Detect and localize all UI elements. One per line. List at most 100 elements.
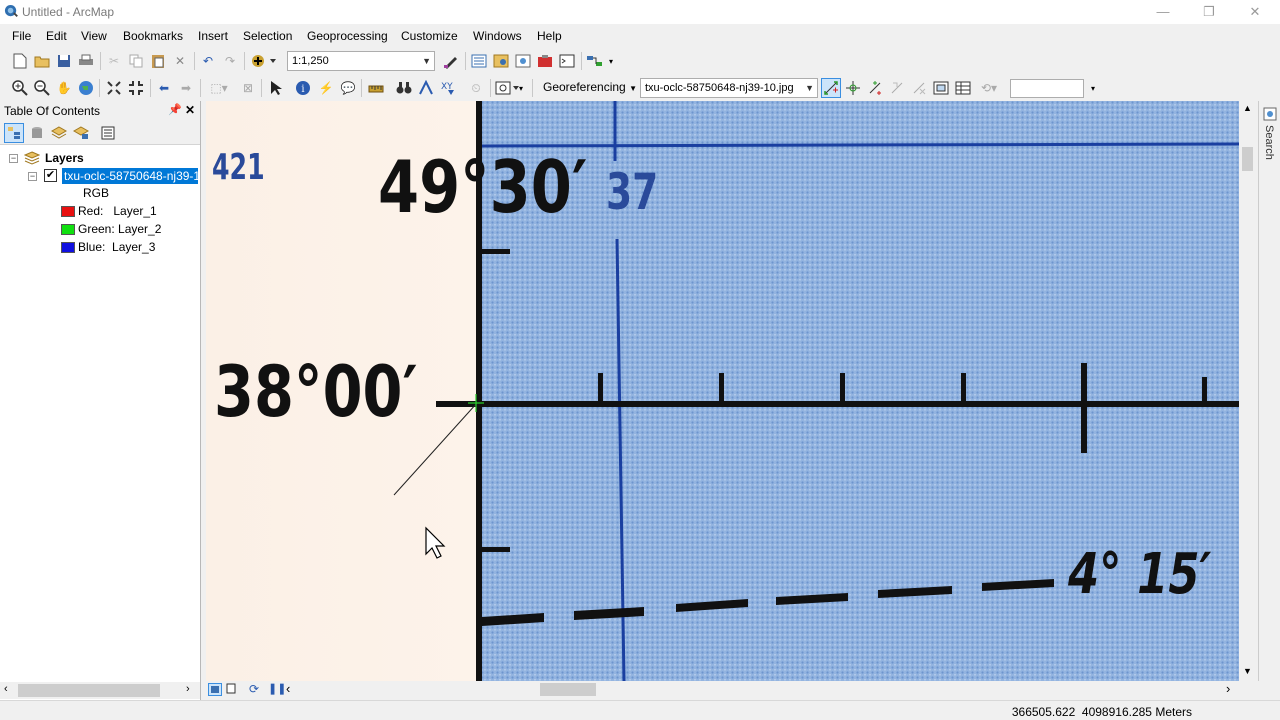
go-to-xy-icon[interactable]: XY	[438, 78, 458, 98]
go-forward-arrow-icon[interactable]: ➡	[176, 78, 196, 98]
fixed-zoom-out-icon[interactable]	[126, 78, 146, 98]
toolbar-options-icon[interactable]: ▾	[1088, 78, 1098, 98]
close-button[interactable]: ✕	[1232, 0, 1278, 24]
auto-adjust-points-icon[interactable]	[843, 78, 863, 98]
menu-file[interactable]: File	[12, 29, 31, 43]
list-by-source-icon[interactable]	[27, 123, 47, 143]
add-control-points-icon[interactable]	[821, 78, 841, 98]
georeferencing-menu[interactable]: Georeferencing ▼	[543, 80, 637, 94]
rotate-icon[interactable]: ⟲▾	[975, 78, 1003, 98]
full-extent-globe-icon[interactable]	[76, 78, 96, 98]
layout-view-icon[interactable]	[225, 683, 239, 696]
html-popup-icon[interactable]: 💬	[338, 78, 358, 98]
menu-selection[interactable]: Selection	[243, 29, 292, 43]
menu-edit[interactable]: Edit	[46, 29, 67, 43]
collapse-layers-icon[interactable]: −	[9, 154, 18, 163]
copy-icon[interactable]	[126, 51, 146, 71]
viewer-icon[interactable]	[931, 78, 951, 98]
options-icon[interactable]	[98, 123, 118, 143]
menu-customize[interactable]: Customize	[401, 29, 458, 43]
list-by-selection-icon[interactable]	[71, 123, 91, 143]
georeference-layer-combo[interactable]: txu-oclc-58750648-nj39-10.jpg ▼	[640, 78, 818, 98]
layer-name-selected[interactable]: txu-oclc-58750648-nj39-10.jpg	[62, 168, 198, 184]
rotate-angle-input[interactable]	[1010, 79, 1084, 98]
list-by-visibility-icon[interactable]	[49, 123, 69, 143]
delete-link-icon[interactable]	[909, 78, 929, 98]
model-builder-icon[interactable]	[585, 51, 605, 71]
list-by-drawing-order-icon[interactable]	[4, 123, 24, 143]
scroll-left-icon[interactable]: ‹	[286, 681, 290, 696]
clear-selection-icon[interactable]: ⊠	[238, 78, 258, 98]
undo-icon[interactable]: ↶	[198, 51, 218, 71]
cut-icon[interactable]: ✂	[104, 51, 124, 71]
tools-toolbar: ✋ ⬅ ➡ ⬚▾ ⊠ i ⚡ 💬 XY ⏲ ▾ Georeferencing ▼	[0, 75, 1280, 101]
search-window-icon[interactable]	[513, 51, 533, 71]
select-link-icon[interactable]	[865, 78, 885, 98]
pin-icon[interactable]: 📌	[168, 103, 182, 116]
map-display[interactable]: 421 37 49°30′ 38°00′ 4° 15′	[206, 101, 1239, 681]
close-panel-icon[interactable]: ✕	[185, 103, 195, 117]
layers-root-label[interactable]: Layers	[45, 151, 84, 165]
scroll-thumb[interactable]	[1242, 147, 1253, 171]
print-icon[interactable]	[76, 51, 96, 71]
redo-icon[interactable]: ↷	[220, 51, 240, 71]
measure-icon[interactable]	[366, 78, 386, 98]
zoom-to-selected-link-icon[interactable]	[887, 78, 907, 98]
minimize-button[interactable]: —	[1140, 0, 1186, 24]
catalog-window-icon[interactable]	[491, 51, 511, 71]
maximize-button[interactable]: ❐	[1186, 0, 1232, 24]
python-window-icon[interactable]	[557, 51, 577, 71]
red-band-swatch	[61, 206, 75, 217]
toc-horizontal-scrollbar[interactable]: ‹ ›	[0, 682, 200, 699]
scroll-right-icon[interactable]: ›	[186, 683, 190, 695]
delete-icon[interactable]: ✕	[170, 51, 190, 71]
scroll-down-icon[interactable]: ▼	[1243, 666, 1252, 676]
search-side-tab[interactable]: Search	[1258, 101, 1280, 681]
zoom-in-icon[interactable]	[10, 78, 30, 98]
pause-drawing-icon[interactable]: ❚❚	[268, 682, 286, 695]
menu-insert[interactable]: Insert	[198, 29, 228, 43]
scroll-left-icon[interactable]: ‹	[4, 683, 8, 695]
menu-help[interactable]: Help	[537, 29, 562, 43]
select-elements-arrow-icon[interactable]	[266, 78, 286, 98]
menu-windows[interactable]: Windows	[473, 29, 522, 43]
open-folder-icon[interactable]	[32, 51, 52, 71]
toolbar-options-icon[interactable]: ▾	[516, 78, 526, 98]
fixed-zoom-in-icon[interactable]	[104, 78, 124, 98]
identify-icon[interactable]: i	[293, 78, 313, 98]
map-scale-combo[interactable]: 1:1,250 ▼	[287, 51, 435, 71]
data-view-icon[interactable]	[208, 683, 222, 696]
find-route-icon[interactable]	[416, 78, 436, 98]
select-features-icon[interactable]: ⬚▾	[204, 78, 234, 98]
map-latitude-label: 49°30′	[378, 145, 588, 229]
editor-toolbar-icon[interactable]	[441, 51, 461, 71]
collapse-layer-icon[interactable]: −	[28, 172, 37, 181]
pan-hand-icon[interactable]: ✋	[54, 78, 74, 98]
time-slider-icon[interactable]: ⏲	[466, 78, 486, 98]
view-link-table-icon[interactable]	[953, 78, 973, 98]
new-document-icon[interactable]	[10, 51, 30, 71]
go-back-arrow-icon[interactable]: ⬅	[154, 78, 174, 98]
map-vertical-scrollbar[interactable]: ▲ ▼	[1239, 101, 1256, 681]
find-binoculars-icon[interactable]	[394, 78, 414, 98]
paste-icon[interactable]	[148, 51, 168, 71]
toolbar-options-icon[interactable]: ▾	[606, 51, 616, 71]
georeferencing-label: Georeferencing	[543, 80, 626, 94]
refresh-view-icon[interactable]: ⟳	[249, 682, 259, 696]
add-data-icon[interactable]	[248, 51, 278, 71]
menu-view[interactable]: View	[81, 29, 107, 43]
menu-geoprocessing[interactable]: Geoprocessing	[307, 29, 388, 43]
hyperlink-icon[interactable]: ⚡	[316, 78, 336, 98]
layer-tree: − Layers − ✔ txu-oclc-58750648-nj39-10.j…	[0, 147, 200, 677]
zoom-out-icon[interactable]	[32, 78, 52, 98]
scroll-thumb[interactable]	[18, 684, 160, 697]
toc-title: Table Of Contents	[4, 104, 101, 118]
scroll-thumb[interactable]	[540, 683, 596, 696]
menu-bookmarks[interactable]: Bookmarks	[123, 29, 183, 43]
layer-visibility-checkbox[interactable]: ✔	[44, 169, 57, 182]
arctoolbox-icon[interactable]	[535, 51, 555, 71]
table-of-contents-icon[interactable]	[469, 51, 489, 71]
scroll-up-icon[interactable]: ▲	[1243, 103, 1252, 113]
save-icon[interactable]	[54, 51, 74, 71]
scroll-right-icon[interactable]: ›	[1226, 681, 1230, 696]
